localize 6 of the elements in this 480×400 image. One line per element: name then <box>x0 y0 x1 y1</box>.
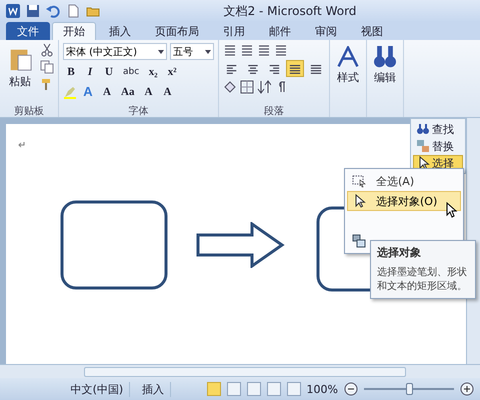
tooltip-title: 选择对象 <box>377 245 422 260</box>
group-label: 字体 <box>128 104 150 117</box>
tooltip-text: 选择墨迹笔划、形状和文本的矩形区域。 <box>377 266 468 294</box>
window-title: 文档2 - Microsoft Word <box>222 2 358 20</box>
group-label: 剪贴板 <box>13 104 45 117</box>
group-label: 段落 <box>263 104 285 117</box>
